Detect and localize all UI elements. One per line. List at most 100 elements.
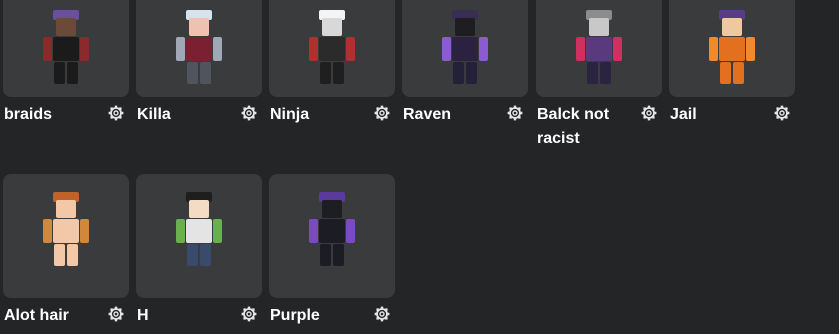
avatar-right-leg xyxy=(67,62,78,84)
avatar-left-arm xyxy=(709,37,718,61)
avatar-right-arm xyxy=(213,219,222,243)
gear-icon[interactable] xyxy=(641,105,657,121)
avatar-right-arm xyxy=(479,37,488,61)
avatar-right-arm xyxy=(346,219,355,243)
avatar-right-arm xyxy=(746,37,755,61)
avatar-torso xyxy=(319,219,345,243)
avatar-head xyxy=(189,18,209,36)
outfit-thumbnail[interactable] xyxy=(669,0,795,97)
avatar-head xyxy=(56,200,76,218)
outfit-card[interactable]: Killa xyxy=(136,0,262,127)
outfit-thumbnail[interactable] xyxy=(536,0,662,97)
avatar-figure xyxy=(43,10,89,84)
avatar-left-arm xyxy=(576,37,585,61)
avatar-figure xyxy=(709,10,755,84)
avatar-right-leg xyxy=(466,62,477,84)
avatar-head xyxy=(189,200,209,218)
avatar-right-arm xyxy=(80,37,89,61)
outfit-card[interactable]: Balck not racist xyxy=(536,0,662,151)
gear-icon[interactable] xyxy=(108,306,124,322)
outfit-name: Alot hair xyxy=(4,307,69,324)
avatar-left-leg xyxy=(187,62,198,84)
outfit-name: Ninja xyxy=(270,106,310,123)
gear-icon[interactable] xyxy=(108,105,124,121)
outfit-thumbnail[interactable] xyxy=(3,174,129,298)
avatar-figure xyxy=(176,10,222,84)
avatar-figure xyxy=(176,192,222,266)
outfit-card[interactable]: H xyxy=(136,174,262,328)
avatar-torso xyxy=(586,37,612,61)
outfit-card[interactable]: Jail xyxy=(669,0,795,127)
avatar-left-arm xyxy=(176,219,185,243)
avatar-left-leg xyxy=(720,62,731,84)
gear-icon[interactable] xyxy=(241,105,257,121)
outfit-name: H xyxy=(137,307,149,324)
avatar-figure xyxy=(576,10,622,84)
avatar-left-leg xyxy=(453,62,464,84)
avatar-left-leg xyxy=(187,244,198,266)
outfit-card[interactable]: Alot hair xyxy=(3,174,129,328)
outfit-card[interactable]: Raven xyxy=(402,0,528,127)
outfit-thumbnail[interactable] xyxy=(402,0,528,97)
avatar-right-arm xyxy=(80,219,89,243)
outfit-name: Jail xyxy=(670,106,697,123)
avatar-figure xyxy=(309,192,355,266)
avatar-torso xyxy=(53,37,79,61)
avatar-left-arm xyxy=(176,37,185,61)
outfit-name: Balck not racist xyxy=(537,106,610,147)
outfit-thumbnail[interactable] xyxy=(136,0,262,97)
gear-icon[interactable] xyxy=(241,306,257,322)
avatar-head xyxy=(56,18,76,36)
avatar-head xyxy=(455,18,475,36)
avatar-left-arm xyxy=(309,37,318,61)
avatar-right-arm xyxy=(346,37,355,61)
outfit-card[interactable]: Purple xyxy=(269,174,395,328)
gear-icon[interactable] xyxy=(374,105,390,121)
gear-icon[interactable] xyxy=(507,105,523,121)
outfit-thumbnail[interactable] xyxy=(3,0,129,97)
avatar-right-leg xyxy=(600,62,611,84)
avatar-torso xyxy=(53,219,79,243)
outfit-thumbnail[interactable] xyxy=(136,174,262,298)
avatar-figure xyxy=(43,192,89,266)
avatar-torso xyxy=(319,37,345,61)
outfit-card[interactable]: Ninja xyxy=(269,0,395,127)
avatar-left-leg xyxy=(54,62,65,84)
avatar-head xyxy=(322,200,342,218)
avatar-head xyxy=(322,18,342,36)
avatar-left-leg xyxy=(320,244,331,266)
avatar-left-arm xyxy=(309,219,318,243)
avatar-torso xyxy=(186,37,212,61)
gear-icon[interactable] xyxy=(374,306,390,322)
avatar-right-leg xyxy=(733,62,744,84)
outfit-thumbnail[interactable] xyxy=(269,0,395,97)
outfit-name: Purple xyxy=(270,307,320,324)
outfits-grid: braids Killa Ninja Raven Balck not racis… xyxy=(0,0,839,334)
avatar-right-leg xyxy=(333,62,344,84)
avatar-right-leg xyxy=(333,244,344,266)
avatar-torso xyxy=(186,219,212,243)
outfit-thumbnail[interactable] xyxy=(269,174,395,298)
avatar-figure xyxy=(309,10,355,84)
avatar-figure xyxy=(442,10,488,84)
avatar-right-leg xyxy=(200,62,211,84)
avatar-right-leg xyxy=(200,244,211,266)
avatar-left-arm xyxy=(442,37,451,61)
avatar-head xyxy=(722,18,742,36)
avatar-right-leg xyxy=(67,244,78,266)
outfit-card[interactable]: braids xyxy=(3,0,129,127)
avatar-left-leg xyxy=(54,244,65,266)
outfit-name: Killa xyxy=(137,106,171,123)
avatar-left-leg xyxy=(320,62,331,84)
avatar-torso xyxy=(452,37,478,61)
avatar-torso xyxy=(719,37,745,61)
avatar-right-arm xyxy=(613,37,622,61)
outfit-name: braids xyxy=(4,106,53,123)
gear-icon[interactable] xyxy=(774,105,790,121)
avatar-head xyxy=(589,18,609,36)
avatar-left-arm xyxy=(43,37,52,61)
avatar-left-leg xyxy=(587,62,598,84)
outfit-name: Raven xyxy=(403,106,452,123)
avatar-right-arm xyxy=(213,37,222,61)
avatar-left-arm xyxy=(43,219,52,243)
